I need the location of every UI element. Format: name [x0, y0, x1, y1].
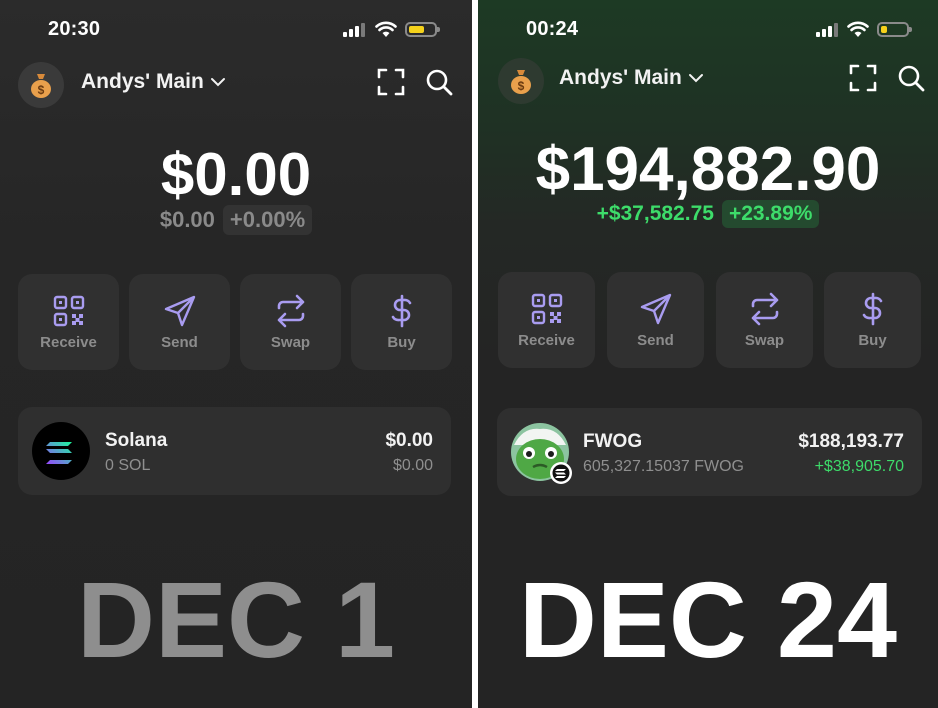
status-time: 20:30	[48, 18, 101, 40]
send-button[interactable]: Send	[129, 274, 230, 370]
svg-text:$: $	[38, 83, 45, 97]
wifi-icon	[847, 21, 869, 37]
swap-button[interactable]: Swap	[716, 272, 813, 368]
token-change: $0.00	[392, 457, 433, 474]
money-bag-icon[interactable]: $	[18, 62, 64, 108]
svg-text:$: $	[518, 79, 525, 93]
swap-label: Swap	[270, 333, 311, 351]
wifi-icon	[375, 21, 397, 37]
token-change: +$38,905.70	[814, 458, 904, 475]
token-value: $0.00	[385, 430, 433, 451]
token-name: FWOG	[583, 431, 643, 452]
swap-label: Swap	[744, 331, 785, 349]
battery-icon	[405, 22, 440, 37]
account-name: Andys' Main	[81, 70, 204, 93]
cellular-signal-icon	[816, 23, 842, 37]
send-label: Send	[637, 331, 674, 349]
balance-change-row: +$37,582.75 +23.89%	[478, 200, 938, 228]
swap-button[interactable]: Swap	[240, 274, 341, 370]
buy-button[interactable]: Buy	[824, 272, 921, 368]
total-balance: $0.00	[160, 141, 312, 208]
send-icon	[640, 293, 671, 324]
buy-label: Buy	[387, 333, 416, 351]
buy-button[interactable]: Buy	[351, 274, 452, 370]
status-time: 00:24	[526, 18, 579, 40]
right-wallet-screenshot: 00:24 $ Andys' Main $194,882.90 +$37,582…	[478, 0, 938, 708]
change-percent-badge: +23.89%	[721, 200, 820, 228]
search-icon[interactable]	[897, 64, 925, 92]
send-icon	[164, 295, 195, 326]
wallet-header: $ Andys' Main	[478, 58, 938, 104]
date-caption: DEC 1	[76, 559, 396, 680]
date-caption: DEC 24	[518, 559, 898, 680]
scan-icon[interactable]	[849, 64, 877, 92]
money-bag-icon[interactable]: $	[498, 58, 544, 104]
battery-icon	[877, 22, 912, 37]
send-label: Send	[161, 333, 198, 351]
swap-icon	[277, 294, 304, 327]
search-icon[interactable]	[425, 68, 453, 96]
dollar-icon	[391, 294, 411, 327]
receive-button[interactable]: Receive	[498, 272, 595, 368]
scan-icon[interactable]	[377, 68, 405, 96]
token-name: Solana	[105, 430, 168, 451]
solana-logo-icon	[32, 422, 90, 480]
total-balance: $194,882.90	[535, 135, 881, 204]
wallet-header: $ Andys' Main	[0, 62, 472, 108]
account-switcher[interactable]: Andys' Main	[559, 66, 704, 90]
chevron-down-icon	[688, 74, 703, 83]
receive-label: Receive	[40, 333, 97, 351]
change-amount: $0.00	[159, 207, 215, 232]
fwog-frog-icon	[511, 423, 572, 484]
account-name: Andys' Main	[559, 66, 682, 89]
receive-label: Receive	[518, 331, 575, 349]
token-value: $188,193.77	[798, 431, 904, 452]
qr-code-icon	[531, 293, 562, 324]
account-switcher[interactable]: Andys' Main	[81, 70, 226, 94]
token-amount: 0 SOL	[105, 457, 151, 474]
token-row-fwog[interactable]: FWOG 605,327.15037 FWOG $188,193.77 +$38…	[497, 408, 922, 496]
dollar-icon	[862, 292, 882, 325]
status-bar: 00:24	[478, 18, 938, 42]
balance-change-row: $0.00 +0.00%	[0, 205, 472, 235]
buy-label: Buy	[858, 331, 887, 349]
receive-button[interactable]: Receive	[18, 274, 119, 370]
cellular-signal-icon	[343, 23, 369, 37]
swap-icon	[751, 292, 778, 325]
change-amount: +$37,582.75	[596, 202, 714, 225]
status-bar: 20:30	[0, 18, 472, 42]
send-button[interactable]: Send	[607, 272, 704, 368]
chevron-down-icon	[210, 78, 225, 87]
qr-code-icon	[53, 295, 84, 326]
token-amount: 605,327.15037 FWOG	[583, 458, 744, 475]
change-percent-badge: +0.00%	[222, 205, 313, 235]
token-row-solana[interactable]: Solana 0 SOL $0.00 $0.00	[18, 407, 451, 495]
left-wallet-screenshot: 20:30 $ Andys' Main $0.00 $0.00 +0.00% R…	[0, 0, 472, 708]
